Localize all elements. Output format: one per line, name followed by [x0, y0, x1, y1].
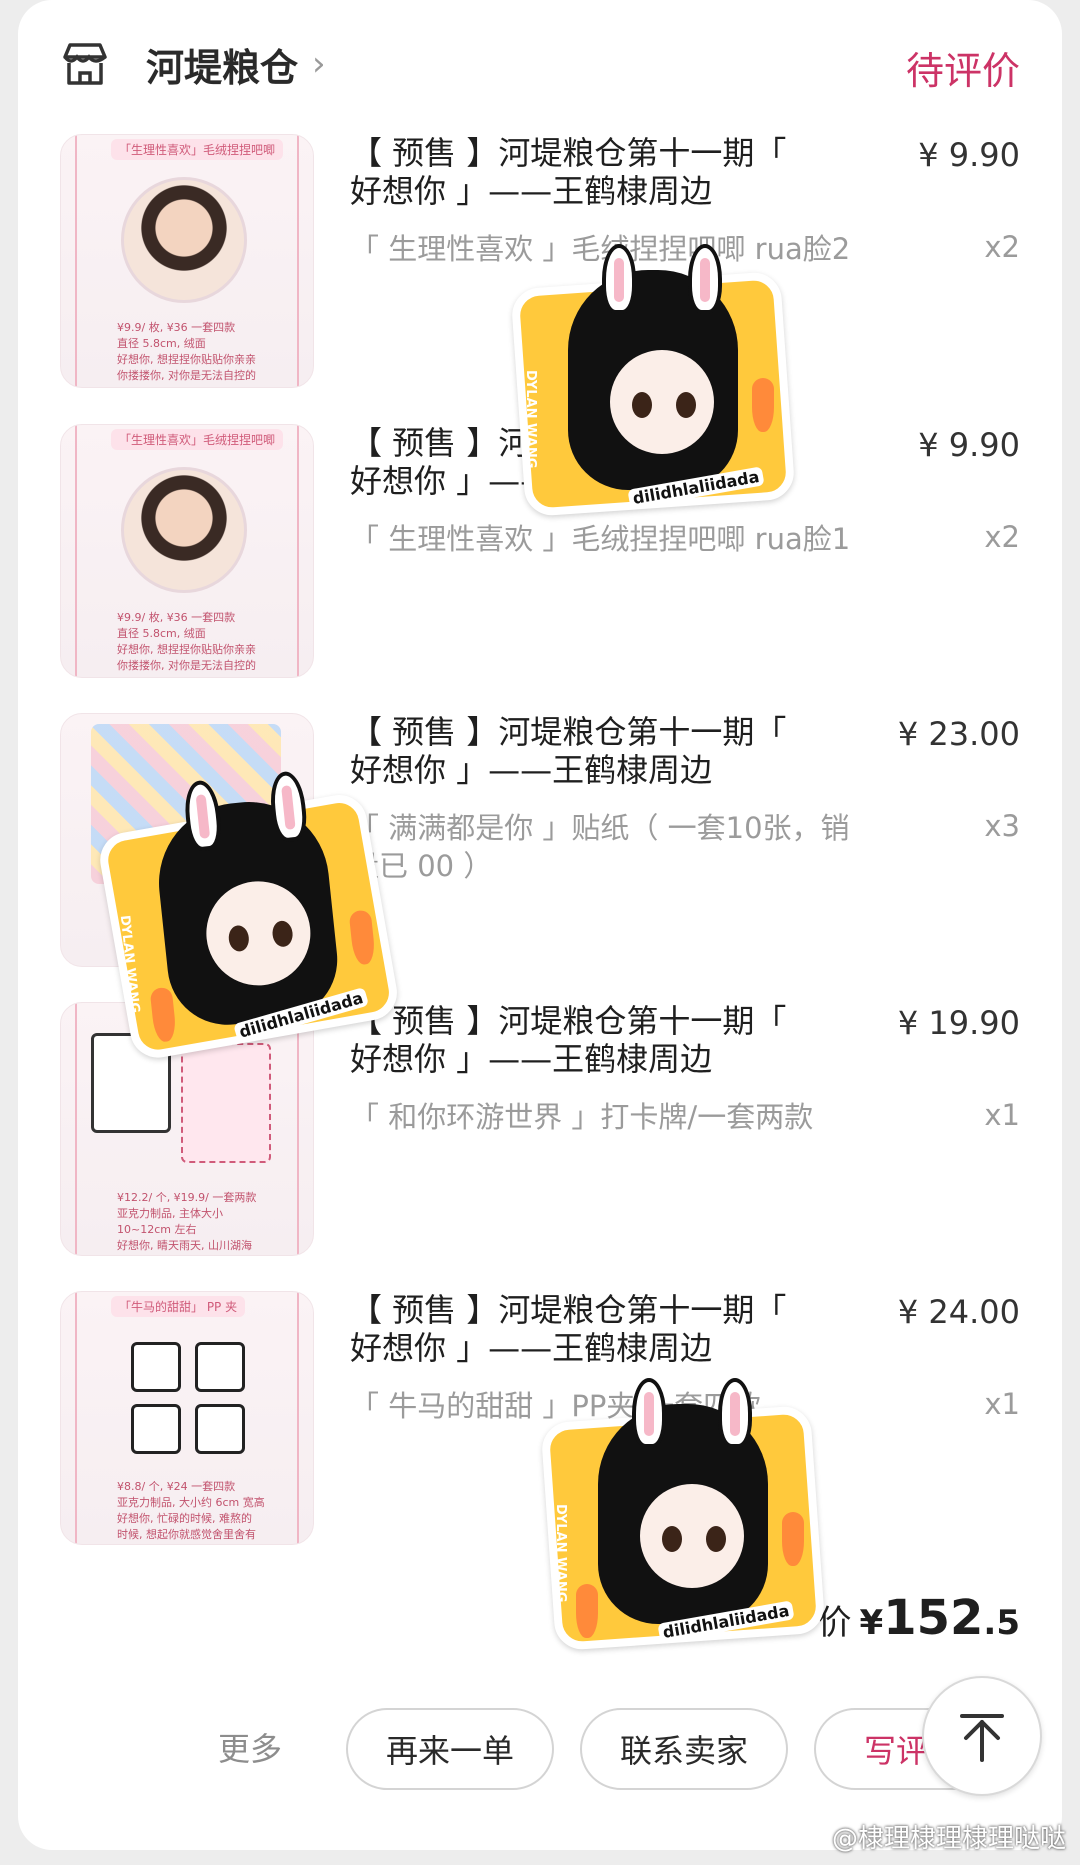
thumbnail-tag: 「牛马的甜甜」 PP 夹 [111, 1296, 246, 1317]
product-quantity: x1 [984, 1387, 1020, 1421]
product-thumbnail[interactable]: 「生理性喜欢」毛绒捏捏吧唧 ¥9.9/ 枚, ¥36 一套四款 直径 5.8cm… [60, 134, 314, 388]
watermark: @棣理棣理棣理哒哒 [831, 1824, 1066, 1854]
total-decimal: .5 [983, 1603, 1020, 1643]
clip-image [195, 1404, 245, 1454]
thumbnail-tag: 「生理性喜欢」毛绒捏捏吧唧 [111, 429, 284, 450]
thumbnail-text: 时候, 想起你就感觉舍里舍有 [117, 1528, 256, 1541]
reorder-button[interactable]: 再来一单 [346, 1708, 554, 1790]
clip-image [131, 1404, 181, 1454]
clip-image [131, 1342, 181, 1392]
total-integer: 152 [883, 1590, 984, 1646]
thumbnail-text: ¥9.9/ 枚, ¥36 一套四款 [117, 321, 236, 334]
order-status: 待评价 [905, 49, 1020, 93]
thumbnail-text: 好想你, 想捏捏你贴贴你亲亲 [117, 353, 256, 366]
product-title[interactable]: 【 预售 】河堤粮仓第十一期「 好想你 」——王鹤棣周边 [350, 1002, 800, 1078]
order-item[interactable]: 「牛马的甜甜」 PP 夹 ¥8.8/ 个, ¥24 一套四款 亚克力制品, 大小… [60, 1291, 1020, 1547]
thumbnail-text: 好想你, 想捏捏你贴贴你亲亲 [117, 643, 256, 656]
thumbnail-text: 直径 5.8cm, 绒面 [117, 337, 206, 350]
character-sticker: DYLAN WANG dilidhlaliidada [540, 1378, 826, 1652]
store-name[interactable]: 河堤粮仓 [146, 37, 298, 92]
total-currency: ¥ [859, 1603, 884, 1643]
chevron-right-icon: › [312, 44, 326, 84]
thumbnail-text: 你搂搂你, 对你是无法自控的 [117, 369, 256, 382]
scroll-to-top-button[interactable] [922, 1676, 1042, 1796]
arrow-up-icon [960, 1714, 1004, 1762]
product-price: ¥ 19.90 [897, 1004, 1020, 1042]
clip-image [195, 1342, 245, 1392]
order-total: 价 ¥ 152 .5 [818, 1590, 1020, 1646]
thumbnail-text: 好想你, 睛天雨天, 山川湖海 [117, 1239, 252, 1252]
thumbnail-text: ¥9.9/ 枚, ¥36 一套四款 [117, 611, 236, 624]
product-spec: 「 和你环游世界 」打卡牌/一套两款 [350, 1100, 814, 1134]
contact-seller-button[interactable]: 联系卖家 [580, 1708, 788, 1790]
product-thumbnail[interactable]: 「生理性喜欢」毛绒捏捏吧唧 ¥9.9/ 枚, ¥36 一套四款 直径 5.8cm… [60, 424, 314, 678]
more-button[interactable]: 更多 [218, 1724, 282, 1770]
product-price: ¥ 23.00 [897, 715, 1020, 753]
product-quantity: x1 [984, 1098, 1020, 1132]
product-quantity: x2 [984, 230, 1020, 264]
stand-image [181, 1043, 271, 1163]
sticker-side-text: DYLAN WANG [523, 370, 538, 469]
product-quantity: x3 [984, 809, 1020, 843]
character-sticker: DYLAN WANG dilidhlaliidada [510, 244, 796, 518]
thumbnail-text: ¥8.8/ 个, ¥24 一套四款 [117, 1480, 236, 1493]
character-sticker: DYLAN WANG dilidhlaliidada [95, 768, 402, 1063]
product-thumbnail[interactable]: 「牛马的甜甜」 PP 夹 ¥8.8/ 个, ¥24 一套四款 亚克力制品, 大小… [60, 1291, 314, 1545]
product-price: ¥ 9.90 [918, 426, 1020, 464]
badge-photo [121, 467, 247, 593]
store-icon [63, 43, 107, 85]
thumbnail-text: 你搂搂你, 对你是无法自控的 [117, 659, 256, 672]
thumbnail-text: 直径 5.8cm, 绒面 [117, 627, 206, 640]
thumbnail-text: 亚克力制品, 主体大小 [117, 1207, 223, 1220]
product-price: ¥ 24.00 [897, 1293, 1020, 1331]
badge-photo [121, 177, 247, 303]
product-quantity: x2 [984, 520, 1020, 554]
product-title[interactable]: 【 预售 】河堤粮仓第十一期「 好想你 」——王鹤棣周边 [350, 713, 800, 789]
product-spec: 「 满满都是你 」贴纸（ 一套10张，销量已 00 ） [350, 811, 850, 883]
thumbnail-text: ¥12.2/ 个, ¥19.9/ 一套两款 [117, 1191, 257, 1204]
product-title[interactable]: 【 预售 】河堤粮仓第十一期「 好想你 」——王鹤棣周边 [350, 134, 800, 210]
store-header[interactable]: 河堤粮仓 › [60, 34, 326, 94]
thumbnail-text: 10~12cm 左右 [117, 1223, 197, 1236]
product-spec: 「 生理性喜欢 」毛绒捏捏吧唧 rua脸1 [350, 522, 851, 556]
sticker-side-text: DYLAN WANG [553, 1504, 568, 1603]
product-title[interactable]: 【 预售 】河堤粮仓第十一期「 好想你 」——王鹤棣周边 [350, 1291, 800, 1367]
thumbnail-text: 亚克力制品, 大小约 6cm 宽高 [117, 1496, 265, 1509]
product-price: ¥ 9.90 [918, 136, 1020, 174]
thumbnail-text: 好想你, 忙碌的时候, 难熬的 [117, 1512, 252, 1525]
thumbnail-tag: 「生理性喜欢」毛绒捏捏吧唧 [111, 139, 284, 160]
